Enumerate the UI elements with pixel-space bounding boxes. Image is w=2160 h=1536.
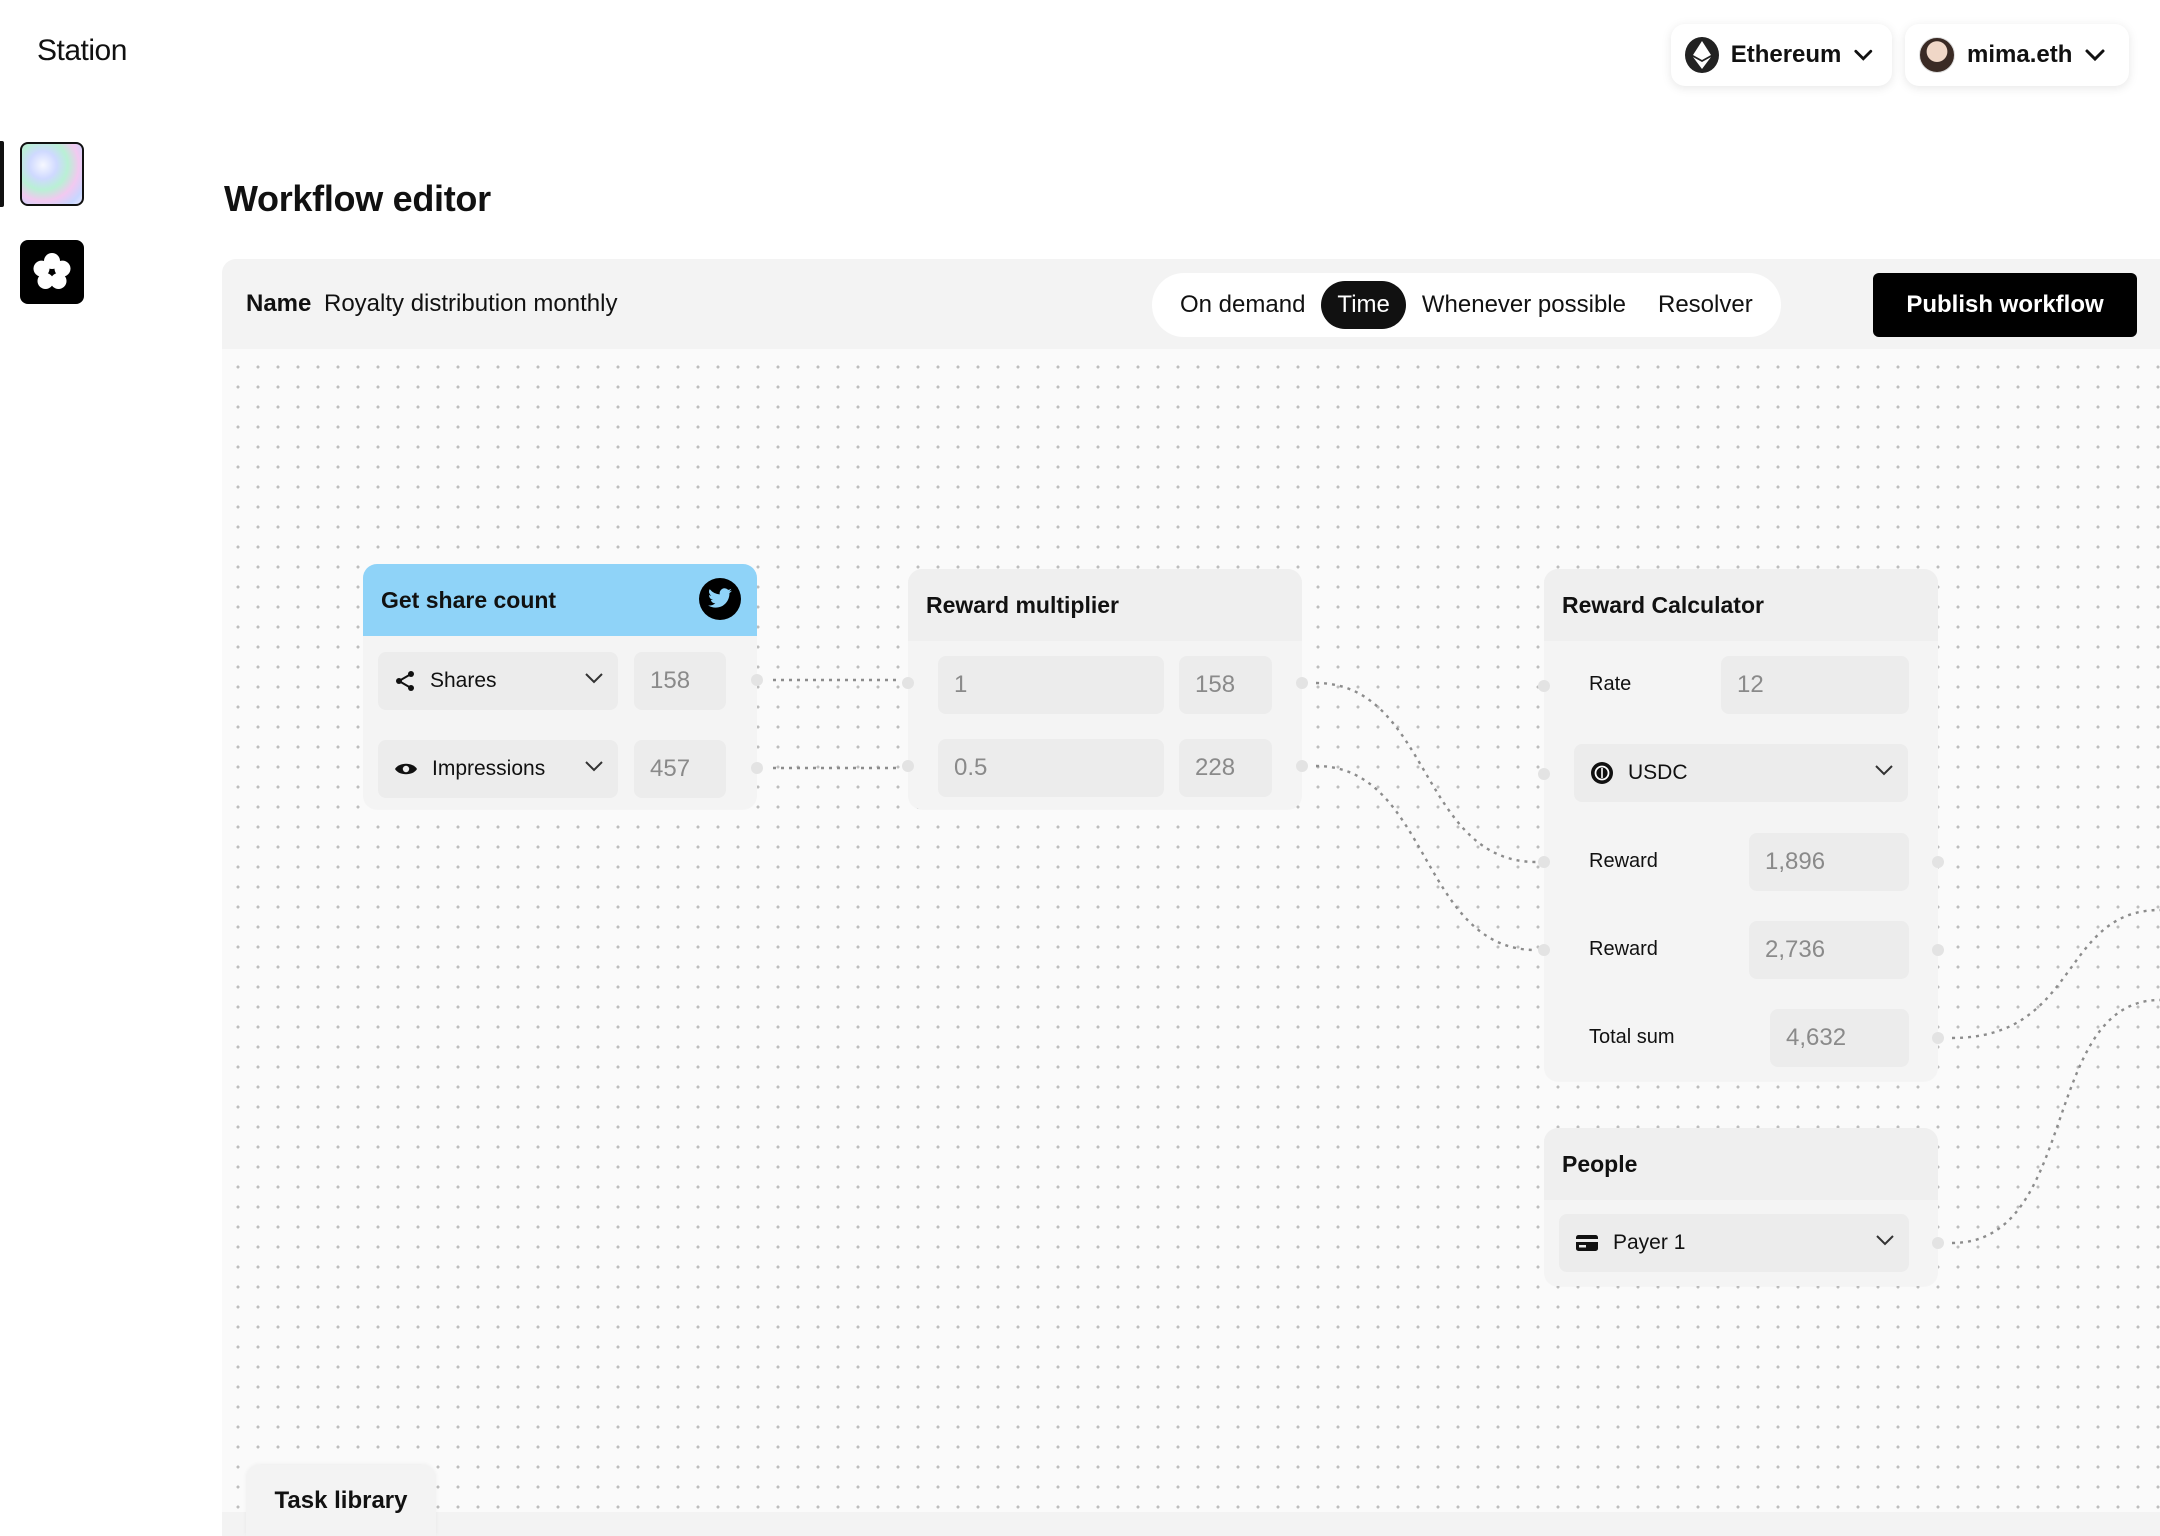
chevron-down-icon bbox=[2085, 49, 2105, 62]
chevron-down-icon bbox=[1875, 765, 1893, 776]
node-title: People bbox=[1562, 1150, 1638, 1177]
payer-label: Payer 1 bbox=[1613, 1231, 1686, 1254]
page-title: Workflow editor bbox=[224, 178, 491, 219]
input-port[interactable] bbox=[1538, 768, 1550, 780]
workflow-name-value[interactable]: Royalty distribution monthly bbox=[324, 290, 617, 318]
multiplier-factor-input[interactable]: 1 bbox=[938, 656, 1164, 714]
workflow-name-label: Name bbox=[246, 290, 312, 317]
metric-select-impressions[interactable]: Impressions bbox=[378, 740, 618, 798]
chevron-down-icon bbox=[585, 761, 603, 772]
output-port[interactable] bbox=[1932, 1032, 1944, 1044]
nav-active-indicator bbox=[0, 141, 4, 207]
node-reward-multiplier[interactable]: Reward multiplier 1 158 0.5 228 bbox=[908, 569, 1302, 809]
node-title: Reward multiplier bbox=[926, 591, 1119, 618]
output-port[interactable] bbox=[751, 762, 763, 774]
output-port[interactable] bbox=[751, 674, 763, 686]
flower-icon bbox=[33, 253, 71, 289]
trigger-whenever-possible[interactable]: Whenever possible bbox=[1406, 281, 1642, 329]
multiplier-factor-input[interactable]: 0.5 bbox=[938, 739, 1164, 797]
network-selector[interactable]: Ethereum bbox=[1671, 24, 1892, 86]
node-title: Get share count bbox=[381, 586, 557, 613]
account-selector[interactable]: mima.eth bbox=[1905, 24, 2129, 86]
metric-value-shares: 158 bbox=[634, 652, 726, 710]
input-port[interactable] bbox=[902, 760, 914, 772]
node-people[interactable]: People Payer 1 bbox=[1544, 1128, 1938, 1286]
input-port[interactable] bbox=[902, 677, 914, 689]
trigger-on-demand[interactable]: On demand bbox=[1164, 281, 1321, 329]
task-library-tab[interactable]: Task library bbox=[246, 1465, 436, 1536]
node-reward-calculator[interactable]: Reward Calculator Rate 12 USDC Reward 1,… bbox=[1544, 569, 1938, 1081]
brand-logo[interactable]: Station bbox=[37, 34, 127, 68]
reward-label: Reward bbox=[1589, 850, 1658, 872]
nav-app-icon[interactable] bbox=[20, 240, 84, 304]
reward-value: 2,736 bbox=[1749, 921, 1909, 979]
avatar bbox=[1919, 37, 1955, 73]
chevron-down-icon bbox=[1854, 49, 1873, 61]
payer-select[interactable]: Payer 1 bbox=[1559, 1214, 1909, 1272]
output-port[interactable] bbox=[1932, 1237, 1944, 1249]
account-label: mima.eth bbox=[1967, 41, 2073, 68]
wallet-card-icon bbox=[1576, 1235, 1598, 1251]
publish-workflow-button[interactable]: Publish workflow bbox=[1873, 273, 2137, 337]
node-header[interactable]: Get share count bbox=[363, 564, 757, 636]
multiplier-result: 228 bbox=[1179, 739, 1272, 797]
token-select[interactable]: USDC bbox=[1574, 744, 1908, 802]
metric-label: Impressions bbox=[432, 757, 546, 780]
ethereum-icon bbox=[1685, 37, 1719, 73]
input-port[interactable] bbox=[1538, 856, 1550, 868]
nav-workspace-avatar[interactable] bbox=[20, 142, 84, 206]
metric-label: Shares bbox=[430, 669, 497, 692]
node-header[interactable]: Reward Calculator bbox=[1544, 569, 1938, 641]
node-get-share-count[interactable]: Get share count Shares 158 Impressions 4… bbox=[363, 564, 757, 809]
node-header[interactable]: Reward multiplier bbox=[908, 569, 1302, 641]
trigger-selector: On demand Time Whenever possible Resolve… bbox=[1152, 273, 1781, 337]
chevron-down-icon bbox=[585, 673, 603, 684]
multiplier-result: 158 bbox=[1179, 656, 1272, 714]
node-header[interactable]: People bbox=[1544, 1128, 1938, 1200]
trigger-time[interactable]: Time bbox=[1321, 281, 1406, 329]
editor-toolbar: Name Royalty distribution monthly On dem… bbox=[222, 259, 2160, 349]
metric-select-shares[interactable]: Shares bbox=[378, 652, 618, 710]
input-port[interactable] bbox=[1538, 944, 1550, 956]
node-title: Reward Calculator bbox=[1562, 591, 1764, 618]
trigger-resolver[interactable]: Resolver bbox=[1642, 281, 1769, 329]
output-port[interactable] bbox=[1932, 856, 1944, 868]
output-port[interactable] bbox=[1296, 677, 1308, 689]
reward-value: 1,896 bbox=[1749, 833, 1909, 891]
token-label: USDC bbox=[1628, 761, 1688, 784]
rate-label: Rate bbox=[1589, 673, 1632, 695]
usdc-icon bbox=[1591, 762, 1613, 784]
eye-icon bbox=[395, 763, 417, 775]
output-port[interactable] bbox=[1932, 944, 1944, 956]
total-sum-label: Total sum bbox=[1589, 1026, 1675, 1048]
twitter-icon bbox=[699, 578, 741, 620]
reward-label: Reward bbox=[1589, 938, 1658, 960]
chevron-down-icon bbox=[1876, 1235, 1894, 1246]
output-port[interactable] bbox=[1296, 760, 1308, 772]
input-port[interactable] bbox=[1538, 680, 1550, 692]
share-icon bbox=[396, 671, 414, 691]
metric-value-impressions: 457 bbox=[634, 740, 726, 798]
bottom-panel-edge bbox=[222, 1512, 2160, 1536]
total-sum-value: 4,632 bbox=[1770, 1009, 1909, 1067]
rate-input[interactable]: 12 bbox=[1721, 656, 1909, 714]
network-label: Ethereum bbox=[1730, 41, 1842, 68]
